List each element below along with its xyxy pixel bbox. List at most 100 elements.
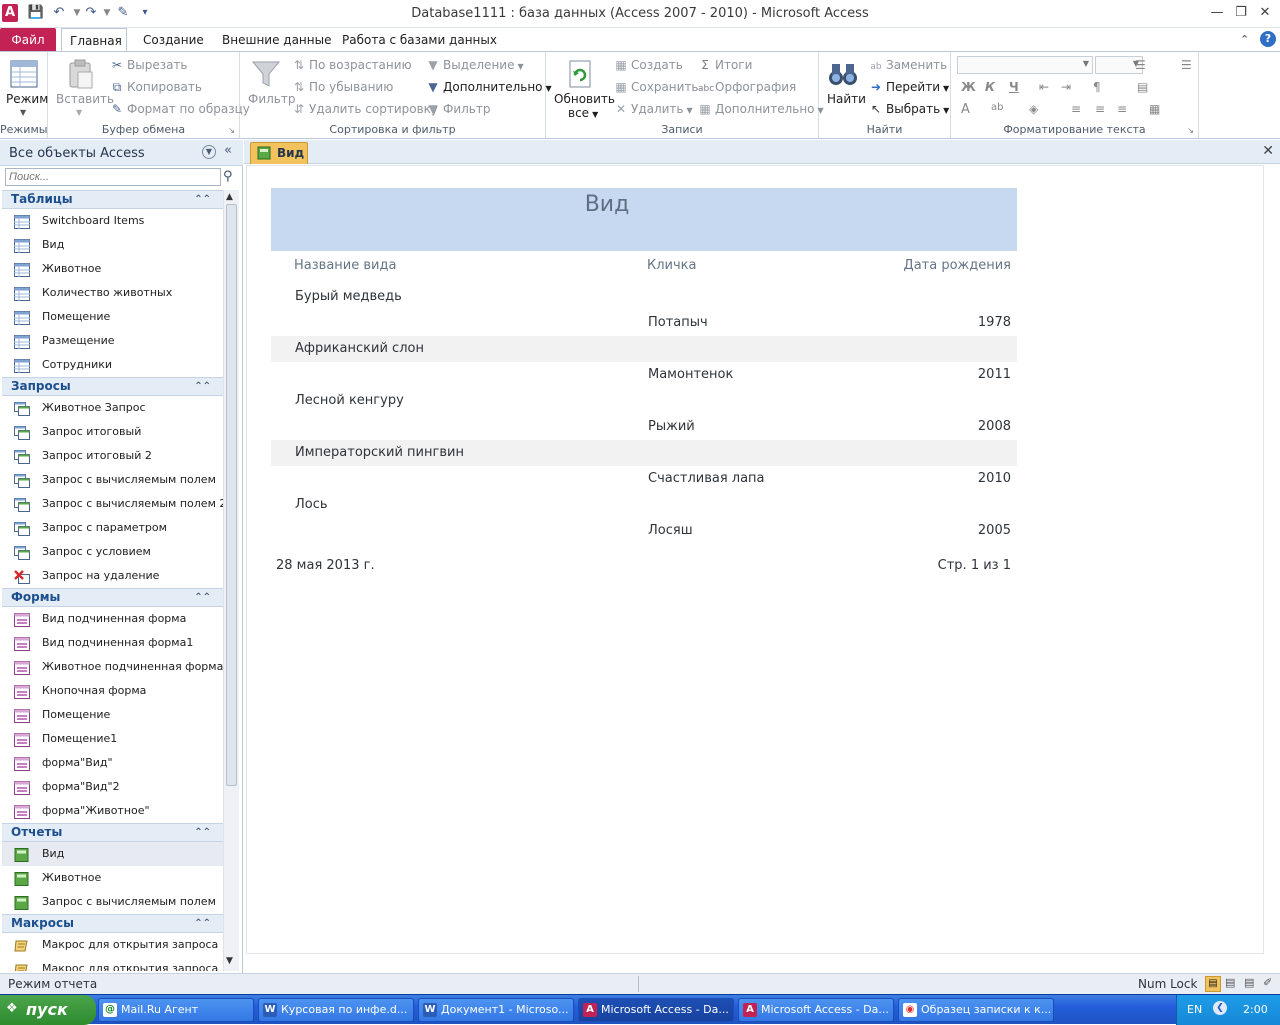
nav-section-table[interactable]: Таблицы ⌃⌃ xyxy=(2,190,223,209)
doc-tab-report[interactable]: Вид xyxy=(250,142,308,164)
filter-button[interactable]: Фильтр xyxy=(248,92,295,106)
nav-item-report[interactable]: Животное xyxy=(2,866,223,890)
nav-item-report[interactable]: Вид xyxy=(2,842,223,866)
nav-item-query[interactable]: Запрос с условием xyxy=(2,540,223,564)
nav-item-table[interactable]: Сотрудники xyxy=(2,353,223,377)
nav-item-form[interactable]: Вид подчиненная форма1 xyxy=(2,631,223,655)
advanced-filter-button[interactable]: ▼ Дополнительно ▼ xyxy=(426,80,551,94)
nav-item-macro[interactable]: Макрос для открытия запроса ... xyxy=(2,957,223,971)
delete-record-button[interactable]: ✕ Удалить ▼ xyxy=(614,102,693,116)
select-button[interactable]: ↖ Выбрать ▼ xyxy=(869,102,949,116)
nav-item-table[interactable]: Размещение xyxy=(2,329,223,353)
restore-icon[interactable]: ❐ xyxy=(1230,4,1252,22)
goto-button[interactable]: ➜ Перейти ▼ xyxy=(869,80,949,94)
nav-item-form[interactable]: Кнопочная форма xyxy=(2,679,223,703)
nav-item-form[interactable]: форма"Вид" xyxy=(2,751,223,775)
decrease-indent-icon[interactable]: ⇤ xyxy=(1039,80,1049,94)
help-icon[interactable]: ? xyxy=(1260,31,1276,47)
tab-home[interactable]: Главная xyxy=(61,28,127,52)
nav-section-report[interactable]: Отчеты ⌃⌃ xyxy=(2,823,223,842)
nav-item-table[interactable]: Помещение xyxy=(2,305,223,329)
view-mode-icon[interactable] xyxy=(8,58,40,90)
collapse-chevron-icon[interactable]: ⌃⌃ xyxy=(194,824,211,841)
nav-item-report[interactable]: Запрос с вычисляемым полем xyxy=(2,890,223,914)
taskbar-task[interactable]: @ Mail.Ru Агент xyxy=(98,998,254,1022)
nav-scrollbar[interactable]: ▲ ▼ xyxy=(223,190,239,971)
nav-item-query[interactable]: Запрос с вычисляемым полем xyxy=(2,468,223,492)
report-view-icon[interactable]: ▤ xyxy=(1205,976,1221,992)
totals-button[interactable]: Σ Итоги xyxy=(698,58,752,72)
copy-button[interactable]: ⧉ Копировать xyxy=(110,80,202,95)
ribbon-minimize-icon[interactable]: ⌃ xyxy=(1240,33,1249,46)
more-records-button[interactable]: ▦ Дополнительно ▼ xyxy=(698,102,823,116)
nav-scroll-thumb[interactable] xyxy=(226,204,237,786)
cut-button[interactable]: ✂ Вырезать xyxy=(110,58,188,72)
nav-item-query[interactable]: Запрос итоговый 2 xyxy=(2,444,223,468)
refresh-all-button[interactable]: Обновить xyxy=(554,92,615,106)
numbering-icon[interactable]: ☰ xyxy=(1181,58,1192,72)
sort-descending-button[interactable]: ⇅ По убыванию xyxy=(292,80,393,94)
scroll-up-icon[interactable]: ▲ xyxy=(226,192,233,202)
bullets-icon[interactable]: ☰ xyxy=(1135,58,1146,72)
nav-menu-dropdown-icon[interactable]: ▼ xyxy=(202,145,216,159)
italic-icon[interactable]: К xyxy=(985,80,995,94)
taskbar-task[interactable]: W Курсовая по инфе.d... xyxy=(258,998,414,1022)
start-button[interactable]: ❖ пуск xyxy=(0,995,96,1025)
nav-item-query[interactable]: Животное Запрос xyxy=(2,396,223,420)
refresh-all-button-line2[interactable]: все ▼ xyxy=(568,106,598,120)
tab-database-tools[interactable]: Работа с базами данных xyxy=(334,28,505,52)
nav-section-form[interactable]: Формы ⌃⌃ xyxy=(2,588,223,607)
tab-external-data[interactable]: Внешние данные xyxy=(214,28,339,52)
collapse-chevron-icon[interactable]: ⌃⌃ xyxy=(194,191,211,208)
text-format-launcher-icon[interactable]: ↘ xyxy=(1187,126,1194,135)
selection-button[interactable]: ▼ Выделение ▼ xyxy=(426,58,523,72)
nav-item-table[interactable]: Switchboard Items xyxy=(2,209,223,233)
mode-button[interactable]: Режим xyxy=(6,92,48,106)
toggle-filter-button[interactable]: ▼ Фильтр xyxy=(426,102,490,116)
clipboard-launcher-icon[interactable]: ↘ xyxy=(228,126,235,135)
nav-search-input[interactable] xyxy=(5,168,221,186)
nav-item-form[interactable]: Вид подчиненная форма xyxy=(2,607,223,631)
taskbar-task[interactable]: A Microsoft Access - Da... xyxy=(738,998,894,1022)
paste-icon[interactable] xyxy=(64,58,96,90)
taskbar-task[interactable]: A Microsoft Access - Da... xyxy=(578,998,734,1022)
tab-file[interactable]: Файл xyxy=(0,28,56,52)
minimize-icon[interactable]: — xyxy=(1206,4,1228,22)
paste-dropdown-icon[interactable]: ▼ xyxy=(76,108,82,117)
nav-item-table[interactable]: Количество животных xyxy=(2,281,223,305)
language-indicator[interactable]: EN xyxy=(1187,1003,1202,1016)
align-right-icon[interactable]: ≡ xyxy=(1117,102,1127,116)
new-record-button[interactable]: ▦ Создать xyxy=(614,58,683,72)
nav-item-macro[interactable]: Макрос для открытия запроса ... xyxy=(2,933,223,957)
nav-item-table[interactable]: Вид xyxy=(2,233,223,257)
align-center-icon[interactable]: ≡ xyxy=(1095,102,1105,116)
nav-item-form[interactable]: Животное подчиненная форма xyxy=(2,655,223,679)
scroll-down-icon[interactable]: ▼ xyxy=(226,956,233,966)
font-color-icon[interactable]: A xyxy=(961,102,970,117)
highlight-icon[interactable]: ab xyxy=(991,102,1003,113)
design-view-icon[interactable]: ✐ xyxy=(1263,976,1272,989)
format-painter-button[interactable]: ✎ Формат по образцу xyxy=(110,102,250,116)
sort-ascending-button[interactable]: ⇅ По возрастанию xyxy=(292,58,412,72)
nav-item-query[interactable]: Запрос с вычисляемым полем 2 xyxy=(2,492,223,516)
bold-icon[interactable]: Ж xyxy=(961,80,976,94)
nav-header[interactable]: Все объекты Access ▼ « xyxy=(0,140,243,166)
binoculars-icon[interactable] xyxy=(827,58,859,90)
spelling-button[interactable]: abcОрфография xyxy=(698,80,796,94)
collapse-chevron-icon[interactable]: ⌃⌃ xyxy=(194,378,211,395)
print-preview-icon[interactable]: ▤ xyxy=(1225,976,1235,989)
nav-item-query[interactable]: Запрос на удаление xyxy=(2,564,223,588)
close-icon[interactable]: ✕ xyxy=(1254,4,1276,22)
layout-view-icon[interactable]: ▤ xyxy=(1244,976,1254,989)
nav-collapse-icon[interactable]: « xyxy=(224,143,232,158)
taskbar-task[interactable]: W Документ1 - Microso... xyxy=(418,998,574,1022)
nav-section-query[interactable]: Запросы ⌃⌃ xyxy=(2,377,223,396)
refresh-all-icon[interactable] xyxy=(564,58,596,90)
paragraph-icon[interactable]: ¶ xyxy=(1093,80,1101,94)
gridlines-icon[interactable]: ▦ xyxy=(1149,102,1160,116)
mode-dropdown-icon[interactable]: ▼ xyxy=(20,108,26,117)
close-document-icon[interactable]: ✕ xyxy=(1262,143,1274,159)
align-left-icon[interactable]: ≡ xyxy=(1071,102,1081,116)
alternate-fill-icon[interactable]: ▤ xyxy=(1137,80,1148,94)
underline-icon[interactable]: Ч xyxy=(1009,80,1019,94)
